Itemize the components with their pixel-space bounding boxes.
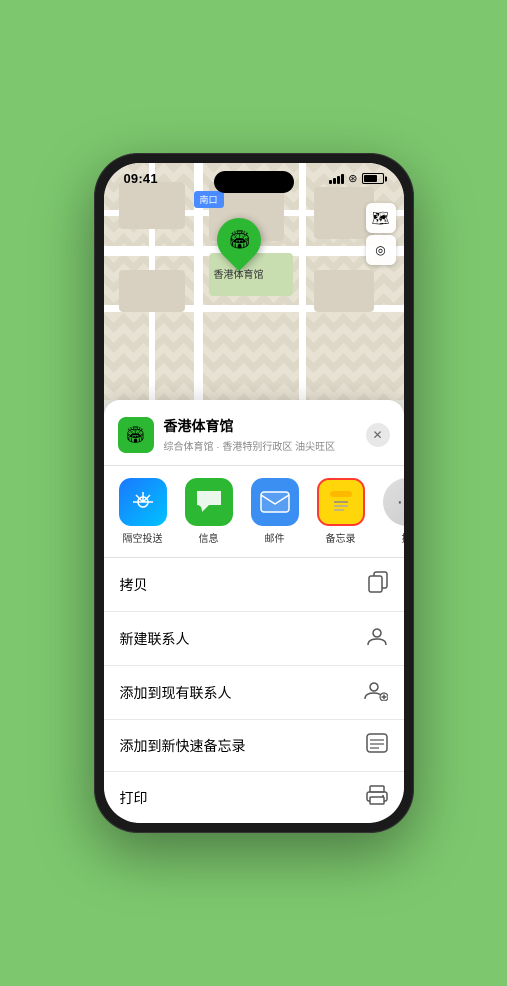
action-add-contact-label: 添加到现有联系人 xyxy=(120,683,232,703)
battery-icon xyxy=(362,173,384,184)
action-new-contact[interactable]: 新建联系人 xyxy=(104,612,404,666)
add-contact-icon xyxy=(364,679,388,706)
location-label: 南口 xyxy=(194,191,224,208)
stadium-icon: 🏟 xyxy=(227,230,250,251)
action-copy-label: 拷贝 xyxy=(120,575,148,595)
action-quick-note-label: 添加到新快速备忘录 xyxy=(120,736,246,756)
location-pin: 🏟 香港体育馆 xyxy=(214,218,264,281)
action-copy[interactable]: 拷贝 xyxy=(104,558,404,612)
map-type-button[interactable]: 🗺 xyxy=(366,203,396,233)
dynamic-island xyxy=(214,171,294,193)
share-item-messages[interactable]: 信息 xyxy=(180,478,238,545)
messages-label: 信息 xyxy=(199,530,219,545)
location-button[interactable]: ◎ xyxy=(366,235,396,265)
more-label: 提 xyxy=(402,530,404,545)
venue-header: 🏟 香港体育馆 综合体育馆 · 香港特别行政区 油尖旺区 ✕ xyxy=(104,416,404,466)
messages-icon xyxy=(185,478,233,526)
action-new-contact-label: 新建联系人 xyxy=(120,629,190,649)
mail-label: 邮件 xyxy=(265,530,285,545)
share-item-notes[interactable]: 备忘录 xyxy=(312,478,370,545)
share-item-airdrop[interactable]: 隔空投送 xyxy=(114,478,172,545)
print-icon xyxy=(366,785,388,810)
status-icons: ⊛ xyxy=(329,172,383,185)
notes-icon xyxy=(317,478,365,526)
share-item-more[interactable]: ··· 提 xyxy=(378,478,404,545)
phone-frame: 09:41 ⊛ xyxy=(94,153,414,833)
notes-label: 备忘录 xyxy=(326,530,356,545)
action-print-label: 打印 xyxy=(120,788,148,808)
signal-icon xyxy=(329,174,344,184)
map-area: 南口 🏟 香港体育馆 🗺 ◎ xyxy=(104,163,404,400)
venue-logo-icon: 🏟 xyxy=(125,425,145,445)
action-add-contact[interactable]: 添加到现有联系人 xyxy=(104,666,404,720)
phone-screen: 09:41 ⊛ xyxy=(104,163,404,823)
quick-note-icon xyxy=(366,733,388,758)
share-row: 隔空投送 信息 xyxy=(104,466,404,558)
bottom-sheet: 🏟 香港体育馆 综合体育馆 · 香港特别行政区 油尖旺区 ✕ xyxy=(104,400,404,823)
pin-circle: 🏟 xyxy=(207,209,269,271)
copy-icon xyxy=(368,571,388,598)
action-quick-note[interactable]: 添加到新快速备忘录 xyxy=(104,720,404,772)
venue-name: 香港体育馆 xyxy=(164,416,366,436)
map-controls: 🗺 ◎ xyxy=(366,203,396,265)
venue-info: 香港体育馆 综合体育馆 · 香港特别行政区 油尖旺区 xyxy=(164,416,366,453)
airdrop-label: 隔空投送 xyxy=(123,530,163,545)
new-contact-icon xyxy=(366,625,388,652)
action-print[interactable]: 打印 xyxy=(104,772,404,823)
close-button[interactable]: ✕ xyxy=(366,423,390,447)
mail-icon xyxy=(251,478,299,526)
status-time: 09:41 xyxy=(124,171,158,186)
wifi-icon: ⊛ xyxy=(348,172,357,185)
airdrop-icon xyxy=(119,478,167,526)
venue-subtitle: 综合体育馆 · 香港特别行政区 油尖旺区 xyxy=(164,438,366,453)
venue-logo: 🏟 xyxy=(118,417,154,453)
more-icon: ··· xyxy=(383,478,404,526)
action-list: 拷贝 新建联系人 xyxy=(104,558,404,823)
share-item-mail[interactable]: 邮件 xyxy=(246,478,304,545)
